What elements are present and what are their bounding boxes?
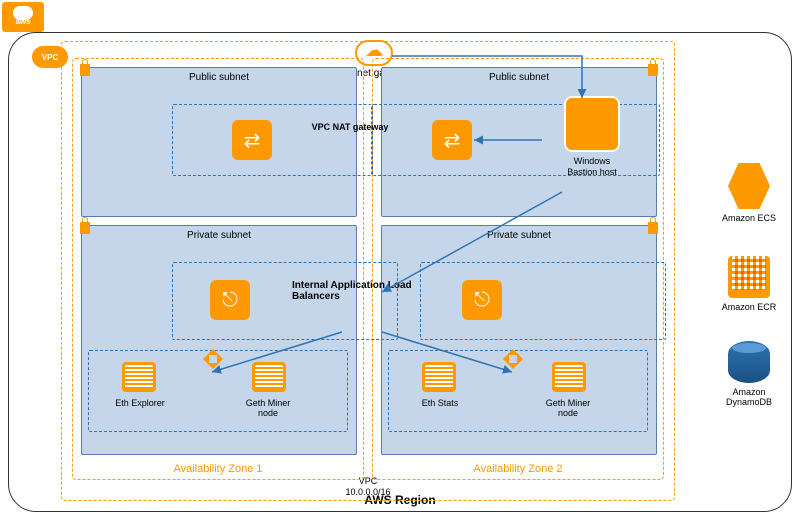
ecr-icon: [728, 256, 770, 298]
nat-gateway-icon: ⇄: [432, 120, 472, 160]
ecr-label: Amazon ECR: [722, 302, 777, 313]
container-icon: [422, 362, 456, 392]
load-balancer-icon: ⎋: [462, 280, 502, 320]
aws-logo: aws: [2, 2, 44, 32]
az1-label: Availability Zone 1: [173, 463, 262, 475]
lock-icon: [80, 64, 90, 76]
load-balancer-zone-2: [420, 262, 666, 340]
ec2-instance-icon: [564, 96, 620, 152]
public-subnet-label: Public subnet: [489, 72, 549, 83]
lock-icon: [648, 222, 658, 234]
vpc-boundary: VPC VPC 10.0.0.0/16 Internet gateway Ava…: [61, 41, 675, 501]
aws-cloud-boundary: AWS Region VPC VPC 10.0.0.0/16 Internet …: [8, 32, 792, 512]
geth-miner-label: Geth Miner node: [238, 398, 298, 418]
autoscale-icon: [202, 348, 224, 370]
container-icon: [252, 362, 286, 392]
load-balancer-label: Internal Application Load Balancers: [292, 280, 422, 302]
container-icon: [552, 362, 586, 392]
autoscale-icon: [502, 348, 524, 370]
service-ecs: Amazon ECS: [722, 163, 776, 224]
dynamodb-icon: [728, 341, 770, 383]
private-subnet-label: Private subnet: [187, 230, 251, 241]
private-subnet-label: Private subnet: [487, 230, 551, 241]
nat-zone-1: [172, 104, 372, 176]
az2-label: Availability Zone 2: [473, 463, 562, 475]
lock-icon: [80, 222, 90, 234]
ecs-icon: [728, 163, 770, 209]
eth-explorer-label: Eth Explorer: [110, 398, 170, 408]
aws-services-panel: Amazon ECS Amazon ECR Amazon DynamoDB: [719, 163, 779, 408]
service-dynamodb: Amazon DynamoDB: [719, 341, 779, 409]
bastion-label-1: Windows: [542, 156, 642, 167]
nat-gateway-icon: ⇄: [232, 120, 272, 160]
lock-icon: [648, 64, 658, 76]
service-ecr: Amazon ECR: [722, 252, 777, 313]
load-balancer-icon: ⎋: [210, 280, 250, 320]
aws-logo-text: aws: [15, 17, 30, 26]
public-subnet-label: Public subnet: [189, 72, 249, 83]
ecs-label: Amazon ECS: [722, 213, 776, 224]
geth-miner-label: Geth Miner node: [538, 398, 598, 418]
bastion-label-2: Bastion host: [542, 167, 642, 178]
vpc-badge: VPC: [32, 46, 68, 68]
bastion-host: Windows Bastion host: [542, 96, 642, 190]
ddb-label: Amazon DynamoDB: [719, 387, 779, 409]
nat-label: VPC NAT gateway: [310, 122, 390, 132]
container-icon: [122, 362, 156, 392]
eth-stats-label: Eth Stats: [410, 398, 470, 408]
